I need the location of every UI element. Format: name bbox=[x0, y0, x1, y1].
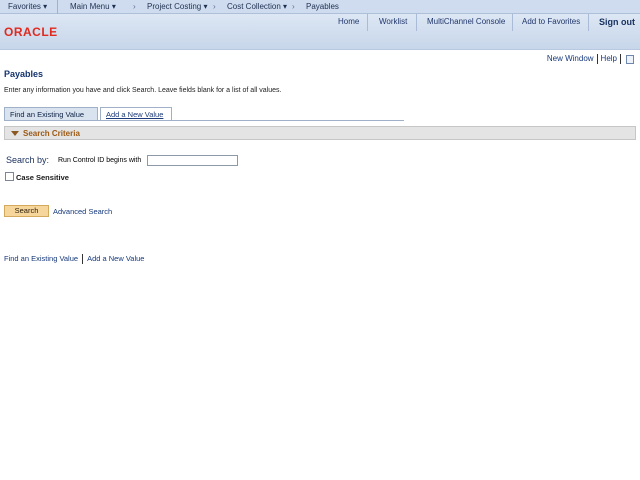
run-control-id-input[interactable] bbox=[147, 155, 238, 166]
add-to-favorites-link[interactable]: Add to Favorites bbox=[522, 17, 580, 26]
header-separator bbox=[416, 14, 417, 31]
new-window-link[interactable]: New Window bbox=[547, 54, 594, 63]
search-by-label: Search by: bbox=[6, 155, 50, 165]
add-new-value-link[interactable]: Add a New Value bbox=[87, 254, 144, 263]
breadcrumb-arrow-icon: › bbox=[133, 2, 136, 11]
worklist-link[interactable]: Worklist bbox=[379, 17, 407, 26]
tab-underline bbox=[4, 120, 404, 121]
find-existing-value-link[interactable]: Find an Existing Value bbox=[4, 254, 78, 263]
page-title: Payables bbox=[4, 69, 44, 79]
header-separator bbox=[588, 14, 589, 31]
search-criteria-header[interactable]: Search Criteria bbox=[4, 126, 636, 140]
instructions-text: Enter any information you have and click… bbox=[4, 87, 282, 94]
search-criteria-title: Search Criteria bbox=[23, 129, 80, 138]
link-separator bbox=[620, 54, 621, 64]
advanced-search-link[interactable]: Advanced Search bbox=[53, 207, 112, 216]
home-link[interactable]: Home bbox=[338, 17, 359, 26]
case-sensitive-label: Case Sensitive bbox=[16, 173, 69, 182]
run-control-id-label: Run Control ID begins with bbox=[58, 157, 142, 164]
collapse-triangle-icon[interactable] bbox=[11, 131, 19, 136]
search-button[interactable]: Search bbox=[4, 205, 49, 217]
link-separator bbox=[82, 254, 84, 265]
breadcrumb-project-costing[interactable]: Project Costing ▾ bbox=[147, 2, 208, 11]
header-separator bbox=[512, 14, 513, 31]
sign-out-link[interactable]: Sign out bbox=[599, 17, 635, 27]
breadcrumb-arrow-icon: › bbox=[292, 2, 295, 11]
tab-add-new-value[interactable]: Add a New Value bbox=[100, 107, 172, 120]
nav-separator bbox=[57, 0, 58, 14]
page-links: New Window Help bbox=[547, 54, 634, 64]
favorites-menu[interactable]: Favorites ▾ bbox=[8, 2, 47, 11]
main-menu[interactable]: Main Menu ▾ bbox=[70, 2, 116, 11]
tab-find-existing-value[interactable]: Find an Existing Value bbox=[4, 107, 98, 120]
link-separator bbox=[596, 54, 598, 64]
dropdown-arrow-icon: ▾ bbox=[283, 2, 288, 11]
breadcrumb-cost-collection[interactable]: Cost Collection ▾ bbox=[227, 2, 287, 11]
breadcrumb-payables[interactable]: Payables bbox=[306, 2, 339, 11]
header-separator bbox=[367, 14, 368, 31]
bottom-links: Find an Existing Value Add a New Value bbox=[4, 254, 144, 265]
oracle-logo: ORACLE bbox=[4, 25, 58, 39]
header-band: ORACLE Home Worklist MultiChannel Consol… bbox=[0, 14, 640, 50]
case-sensitive-checkbox[interactable] bbox=[5, 172, 14, 181]
breadcrumb-arrow-icon: › bbox=[213, 2, 216, 11]
top-nav-bar: Favorites ▾ Main Menu ▾ › Project Costin… bbox=[0, 0, 640, 14]
dropdown-arrow-icon: ▾ bbox=[203, 2, 208, 11]
customize-page-icon[interactable] bbox=[626, 54, 634, 64]
dropdown-arrow-icon: ▾ bbox=[43, 2, 48, 11]
dropdown-arrow-icon: ▾ bbox=[111, 2, 116, 11]
help-link[interactable]: Help bbox=[601, 54, 617, 63]
multichannel-console-link[interactable]: MultiChannel Console bbox=[427, 17, 505, 26]
